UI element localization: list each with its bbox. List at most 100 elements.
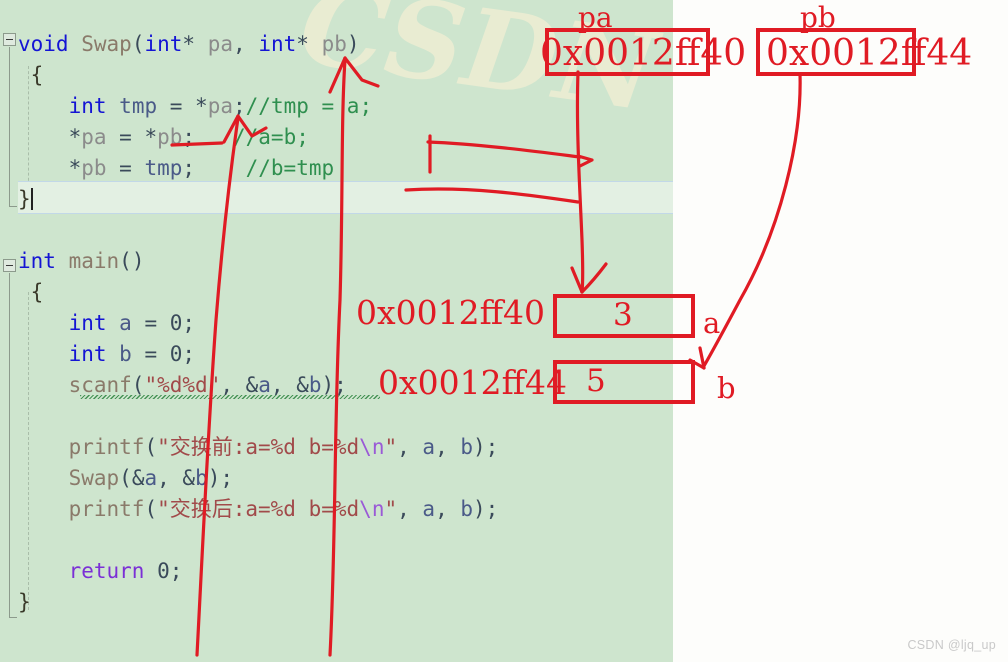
- code-token: *: [195, 94, 208, 118]
- code-token: );: [321, 373, 347, 397]
- code-token: b: [308, 373, 322, 397]
- code-token: (: [131, 373, 145, 397]
- code-token: int: [68, 342, 107, 366]
- warning-squiggle: [80, 395, 380, 399]
- code-token: (: [144, 435, 158, 459]
- code-token: 0: [157, 559, 170, 583]
- pointer-value-pa: 0x0012ff40: [540, 33, 747, 74]
- code-token: //tmp = a;: [245, 94, 373, 118]
- code-token: int: [68, 311, 107, 335]
- code-line[interactable]: {: [18, 60, 44, 91]
- code-token: pa: [81, 125, 107, 149]
- ink-arrowhead-b-left: [698, 346, 706, 370]
- code-line[interactable]: return 0;: [18, 556, 183, 587]
- code-token: (): [119, 249, 145, 273]
- pointer-label-pb: pb: [800, 1, 836, 34]
- code-token: }: [18, 590, 31, 614]
- fold-bracket-swap: [9, 47, 10, 207]
- code-line[interactable]: void Swap(int* pa, int* pb): [18, 29, 360, 60]
- code-token: Swap: [68, 466, 120, 490]
- code-token: b: [460, 435, 474, 459]
- code-token: *: [68, 125, 82, 149]
- code-token: 0: [169, 342, 183, 366]
- code-token: ;: [233, 94, 246, 118]
- code-token: int: [18, 249, 56, 273]
- code-token: a: [422, 497, 436, 521]
- code-token: *: [182, 32, 196, 56]
- fold-toggle-swap[interactable]: [3, 33, 16, 46]
- current-line-border-top: [18, 181, 673, 182]
- code-token: ;: [182, 156, 246, 180]
- code-token: &: [182, 466, 196, 490]
- code-line[interactable]: *pa = *pb; //a=b;: [18, 122, 309, 153]
- code-token: *: [68, 156, 82, 180]
- code-token: (: [144, 497, 158, 521]
- code-token: *: [144, 125, 158, 149]
- fold-toggle-main[interactable]: [3, 259, 16, 272]
- code-token: =: [106, 156, 145, 180]
- current-line-border-bottom: [18, 213, 673, 214]
- code-line[interactable]: int tmp = *pa;//tmp = a;: [18, 91, 373, 122]
- code-token: ": [384, 435, 398, 459]
- code-line[interactable]: int a = 0;: [18, 308, 196, 339]
- code-token: ,: [233, 32, 259, 56]
- fold-bracket-swap-foot: [9, 206, 17, 207]
- code-token: pa: [207, 94, 233, 118]
- text-caret: [30, 188, 33, 210]
- code-token: ,: [397, 435, 423, 459]
- screenshot-root: CSDN void Swap(int* pa, int* pb) { int t…: [0, 0, 1008, 662]
- code-token: pa: [207, 32, 234, 56]
- code-token: *: [296, 32, 309, 56]
- code-token: a: [119, 311, 132, 335]
- memory-value-b: 5: [586, 363, 606, 399]
- code-token: int: [258, 32, 297, 56]
- memory-value-a: 3: [613, 297, 633, 333]
- code-token: 0: [169, 311, 183, 335]
- fold-bracket-main-foot: [9, 617, 17, 618]
- code-token: {: [18, 280, 44, 304]
- code-line[interactable]: int b = 0;: [18, 339, 196, 370]
- code-line[interactable]: }: [18, 184, 33, 215]
- code-token: int: [144, 32, 183, 56]
- code-line[interactable]: printf("交换前:a=%d b=%d\n", a, b);: [18, 432, 499, 463]
- fold-bracket-main: [9, 273, 10, 618]
- code-token: ): [346, 32, 360, 56]
- code-token: b: [119, 342, 132, 366]
- code-line[interactable]: int main(): [18, 246, 144, 277]
- code-token: ;: [182, 342, 196, 366]
- current-line-highlight: [18, 182, 673, 213]
- code-token: "交换前:a=%d b=%d: [157, 435, 360, 459]
- code-line[interactable]: *pb = tmp; //b=tmp: [18, 153, 335, 184]
- code-token: scanf: [68, 373, 132, 397]
- code-line[interactable]: printf("交换后:a=%d b=%d\n", a, b);: [18, 494, 499, 525]
- code-line[interactable]: {: [18, 277, 44, 308]
- code-token: a: [144, 466, 158, 490]
- code-token: ,: [270, 373, 297, 397]
- code-token: {: [18, 63, 44, 87]
- code-token: "交换后:a=%d b=%d: [157, 497, 360, 521]
- code-token: ;: [182, 311, 196, 335]
- code-token: a: [258, 373, 271, 397]
- memory-name-a: a: [703, 306, 721, 340]
- code-token: pb: [321, 32, 347, 56]
- code-token: (: [119, 466, 132, 490]
- code-token: return: [68, 559, 145, 583]
- code-token: a: [422, 435, 436, 459]
- code-token: printf: [68, 435, 145, 459]
- code-token: ;: [182, 125, 233, 149]
- code-line[interactable]: }: [18, 587, 31, 618]
- code-line[interactable]: Swap(&a, &b);: [18, 463, 233, 494]
- code-token: pb: [81, 156, 107, 180]
- code-token: ,: [157, 466, 183, 490]
